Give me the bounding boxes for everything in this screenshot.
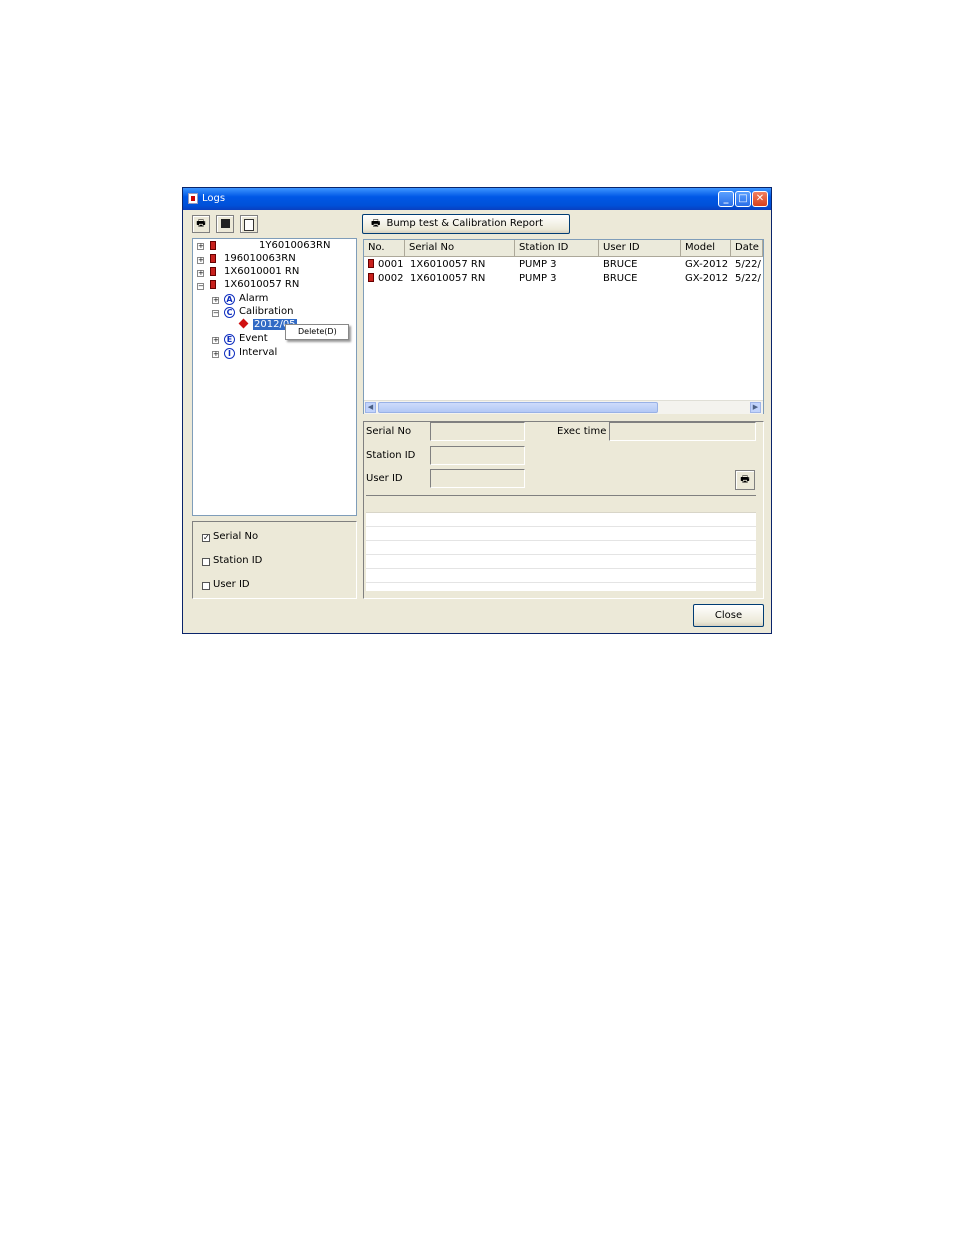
station-id-checkbox[interactable] [202,558,210,566]
close-button[interactable]: Close [693,604,764,627]
printer-icon: 🖶 [740,474,750,485]
serial-no-filter-label: Serial No [213,531,259,542]
cell-no: 0001 [378,259,404,270]
cell-no: 0002 [378,273,404,284]
maximize-button[interactable]: □ [735,191,751,207]
expand-toggle[interactable]: + [197,257,204,264]
serial-no-field [430,422,525,441]
cell-station-id: PUMP 3 [519,273,557,284]
cell-date: 5/22/ [735,259,761,270]
serial-no-checkbox[interactable]: ✓ [202,534,210,542]
scroll-right-arrow[interactable]: ▶ [750,402,761,413]
column-header[interactable]: Model [681,240,731,256]
scroll-thumb[interactable] [378,402,658,413]
cell-user-id: BRUCE [603,259,638,270]
device-tree[interactable]: + 1Y6010063RN + 196010063RN + 1X6010001 … [192,238,357,516]
print-details-button[interactable]: 🖶 [735,470,755,490]
diamond-icon [238,318,249,329]
detector-icon [368,259,374,268]
clipboard-button[interactable] [240,215,258,233]
user-id-checkbox[interactable] [202,582,210,590]
serial-no-label: Serial No [366,426,412,437]
interval-icon: I [224,348,235,359]
context-menu: Delete(D) [285,324,349,340]
column-header[interactable]: Date [731,240,763,256]
expand-toggle[interactable]: + [197,243,204,250]
tree-node-calibration[interactable]: Calibration [239,306,293,317]
tree-device[interactable]: 1X6010001 RN [224,266,299,277]
cell-user-id: BRUCE [603,273,638,284]
station-id-label: Station ID [366,450,416,461]
floppy-icon [220,219,230,228]
tree-node-event[interactable]: Event [239,333,268,344]
app-icon [188,193,198,204]
exec-time-field [609,422,756,441]
user-id-filter-label: User ID [213,579,250,590]
event-icon: E [224,334,235,345]
detector-icon [210,254,216,263]
tree-node-interval[interactable]: Interval [239,347,277,358]
station-id-field [430,446,525,465]
column-header[interactable]: Serial No [405,240,515,256]
cell-date: 5/22/ [735,273,761,284]
detector-icon [210,241,216,250]
clipboard-icon [244,219,254,231]
details-grid [366,495,756,591]
station-id-filter-label: Station ID [213,555,263,566]
results-table: No. Serial No Station ID User ID Model D… [363,239,764,414]
tree-device[interactable]: 1Y6010063RN [259,240,330,251]
detector-icon [210,280,216,289]
detector-icon [210,267,216,276]
expand-toggle[interactable]: + [212,351,219,358]
column-header[interactable]: User ID [599,240,681,256]
print-button[interactable]: 🖶 [192,215,210,233]
cell-model: GX-2012 [685,273,729,284]
cell-serial-no: 1X6010057 RN [410,273,486,284]
tree-device[interactable]: 1X6010057 RN [224,279,299,290]
title-bar[interactable]: Logs _ □ ✕ [183,188,771,210]
grid-line [366,582,756,583]
grid-line [366,526,756,527]
cell-model: GX-2012 [685,259,729,270]
tree-node-alarm[interactable]: Alarm [239,293,268,304]
minimize-button[interactable]: _ [718,191,734,207]
printer-icon: 🖶 [196,218,206,229]
printer-icon: 🖶 [371,218,381,229]
cell-station-id: PUMP 3 [519,259,557,270]
grid-line [366,540,756,541]
scroll-left-arrow[interactable]: ◀ [365,402,376,413]
details-panel: Serial No Exec time Station ID User ID 🖶 [363,421,764,599]
report-button-label: Bump test & Calibration Report [386,218,544,229]
logs-window: Logs _ □ ✕ 🖶 🖶 Bump test & Calibration Re… [182,187,772,634]
collapse-toggle[interactable]: − [212,310,219,317]
detector-icon [368,273,374,282]
alarm-icon: A [224,294,235,305]
window-title: Logs [202,193,226,204]
column-header[interactable]: No. [364,240,405,256]
user-id-label: User ID [366,473,403,484]
save-button[interactable] [216,215,234,233]
exec-time-label: Exec time [557,426,607,437]
expand-toggle[interactable]: + [197,270,204,277]
close-window-button[interactable]: ✕ [752,191,768,207]
report-button[interactable]: 🖶 Bump test & Calibration Report [362,214,570,234]
table-header: No. Serial No Station ID User ID Model D… [364,240,763,257]
table-row[interactable]: 0001 1X6010057 RN PUMP 3 BRUCE GX-2012 5… [364,258,763,272]
grid-line [366,554,756,555]
column-header[interactable]: Station ID [515,240,599,256]
calibration-icon: C [224,307,235,318]
collapse-toggle[interactable]: − [197,283,204,290]
cell-serial-no: 1X6010057 RN [410,259,486,270]
filter-panel: ✓ Serial No Station ID User ID [192,521,357,599]
grid-line [366,568,756,569]
tree-device[interactable]: 196010063RN [224,253,296,264]
expand-toggle[interactable]: + [212,337,219,344]
horizontal-scrollbar[interactable]: ◀ ▶ [364,400,763,414]
table-row[interactable]: 0002 1X6010057 RN PUMP 3 BRUCE GX-2012 5… [364,272,763,286]
expand-toggle[interactable]: + [212,297,219,304]
menu-item-delete[interactable]: Delete(D) [298,327,337,336]
user-id-field [430,469,525,488]
grid-header [366,496,756,513]
